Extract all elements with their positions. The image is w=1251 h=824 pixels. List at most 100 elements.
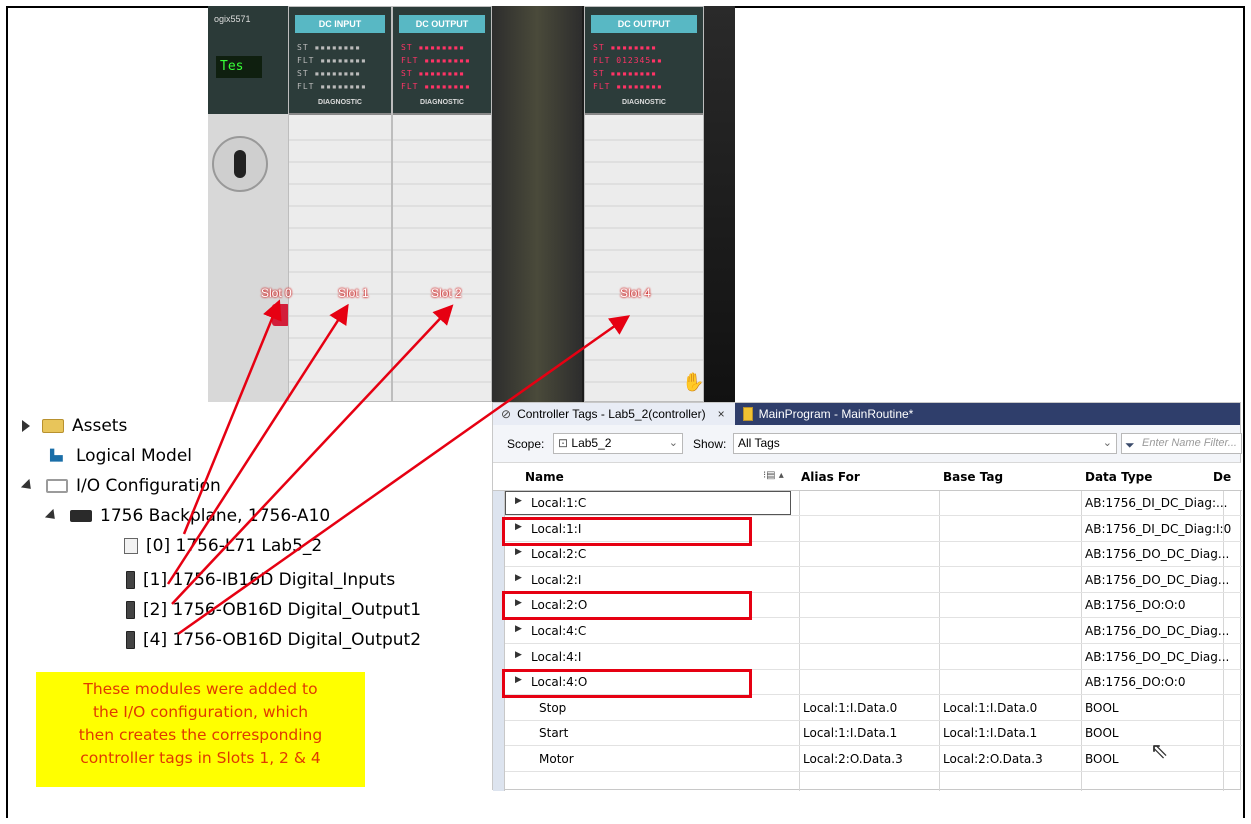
tag-name: Local:4:I [531,649,582,664]
tree-item-label: 1756 Backplane, 1756-A10 [100,506,331,526]
module-leds: ST ▪▪▪▪▪▪▪▪ FLT 012345▪▪ ST ▪▪▪▪▪▪▪▪ FLT… [593,43,663,91]
chassis-photo: ogix5571 Tes DC INPUT ST ▪▪▪▪▪▪▪▪ FLT ▪▪… [208,6,735,402]
tree-item-backplane[interactable]: 1756 Backplane, 1756-A10 [44,506,331,526]
table-row[interactable]: ▶ Local:2:I AB:1756_DO_DC_Diag... [505,568,1242,593]
scope-value: Lab5_2 [571,436,612,450]
highlight-local-2-o [502,591,752,620]
filter-icon: ⏷ [1125,438,1135,452]
folder-open-icon [46,479,68,493]
expand-arrow-icon[interactable]: ▶ [515,624,522,634]
highlight-local-4-o [502,669,752,698]
chassis-wall [704,6,735,402]
tree-item-label: [1] 1756-IB16D Digital_Inputs [143,570,396,590]
table-row[interactable]: ▶ Local:4:I AB:1756_DO_DC_Diag... [505,645,1242,670]
tag-data-type: BOOL [1085,752,1119,766]
tree-item-label: [4] 1756-OB16D Digital_Output2 [143,630,422,650]
tree-item-label: Assets [72,416,128,436]
tree-item-logical-model[interactable]: ▙▖ Logical Model [50,446,192,466]
tag-data-type: AB:1756_DI_DC_Diag:I:0 [1085,521,1232,536]
controller-display: Tes [216,56,262,78]
scope-select[interactable]: ⊡ Lab5_2 ⌄ [553,433,683,454]
column-description[interactable]: De [1213,470,1231,484]
column-data-type[interactable]: Data Type [1085,470,1152,484]
tag-name: Local:2:C [531,547,587,562]
hand-cursor-icon: ✋ [682,372,705,392]
expand-arrow-icon[interactable]: ▶ [515,547,522,557]
close-icon[interactable]: × [718,407,725,421]
module-label: DC OUTPUT [591,15,697,33]
tag-name: Local:4:C [531,624,587,638]
controller-module: ogix5571 Tes [208,6,290,402]
slot-tag-4: Slot 4 [620,286,651,300]
tag-data-type: AB:1756_DO:O:0 [1085,598,1186,613]
expand-arrow-icon[interactable] [22,420,30,432]
name-filter-input[interactable]: ⏷ Enter Name Filter... [1121,433,1242,454]
tag-name: Motor [539,752,574,766]
table-row[interactable]: ▶ Local:1:C AB:1756_DI_DC_Diag:... [505,491,1242,516]
tab-main-routine[interactable]: MainProgram - MainRoutine* [735,403,924,425]
controller-organizer-tree: Assets ▙▖ Logical Model I/O Configuratio… [20,408,460,670]
grid-header: Name ⁝▤ ▴ Alias For Base Tag Data Type D… [493,463,1242,491]
tag-data-type: AB:1756_DO:O:0 [1085,675,1186,690]
tag-data-type: BOOL [1085,700,1119,715]
routine-icon [742,407,753,421]
sort-icon[interactable]: ⁝▤ ▴ [763,470,784,481]
module-diag-label: DIAGNOSTIC [318,99,362,106]
tree-item-label: I/O Configuration [76,476,221,496]
backplane-icon [70,510,92,522]
controller-label: ogix5571 [214,14,251,24]
tree-item-slot-4[interactable]: [4] 1756-OB16D Digital_Output2 [126,630,421,650]
column-name[interactable]: Name [525,470,564,484]
module-icon [126,631,135,649]
tag-base-tag: Local:2:O.Data.3 [943,752,1043,766]
tab-label: MainProgram - MainRoutine* [758,407,914,421]
expand-arrow-icon[interactable]: ▶ [515,650,522,660]
show-value: All Tags [738,436,780,450]
annotation-note: These modules were added to the I/O conf… [36,672,365,787]
highlight-local-1-i [502,517,752,546]
slot-tag-2: Slot 2 [431,286,462,300]
note-line: controller tags in Slots 1, 2 & 4 [80,749,321,767]
keyswitch-icon [212,136,268,192]
tab-label: Controller Tags - Lab5_2(controller) [517,407,706,421]
chevron-down-icon: ⌄ [668,437,678,449]
collapse-arrow-icon[interactable] [44,508,60,524]
tree-item-assets[interactable]: Assets [22,416,127,436]
tags-toolbar: Scope: ⊡ Lab5_2 ⌄ Show: All Tags ⌄ ⏷ Ent… [493,425,1242,463]
tag-data-type: AB:1756_DO_DC_Diag... [1085,547,1230,562]
table-row[interactable]: ▶ Local:4:C AB:1756_DO_DC_Diag... [505,619,1242,644]
module-label: DC INPUT [295,15,385,33]
tree-item-slot-0[interactable]: [0] 1756-L71 Lab5_2 [124,536,322,556]
module-leds: ST ▪▪▪▪▪▪▪▪ FLT ▪▪▪▪▪▪▪▪ ST ▪▪▪▪▪▪▪▪ FLT… [297,43,367,91]
show-select[interactable]: All Tags ⌄ [733,433,1117,454]
column-base-tag[interactable]: Base Tag [943,470,1003,484]
document-tabbar: ⊘ Controller Tags - Lab5_2(controller) ×… [493,403,1240,425]
table-row[interactable]: Stop Local:1:I.Data.0 Local:1:I.Data.0 BOOL [505,696,1242,721]
slot-tag-0: Slot 0 [261,286,292,300]
tab-controller-tags[interactable]: ⊘ Controller Tags - Lab5_2(controller) × [493,403,735,425]
chevron-down-icon: ⌄ [1102,437,1112,449]
collapse-arrow-icon[interactable] [20,478,36,494]
table-row[interactable]: Start Local:1:I.Data.1 Local:1:I.Data.1 BOO… [505,721,1242,747]
scope-label: Scope: [507,437,545,451]
tag-data-type: AB:1756_DO_DC_Diag... [1085,649,1230,664]
tag-alias-for: Local:1:I.Data.0 [803,700,898,715]
tag-name: Start [539,726,569,741]
table-row[interactable]: Motor Local:2:O.Data.3 Local:2:O.Data.3 BOO… [505,747,1242,772]
tree-item-io-configuration[interactable]: I/O Configuration [20,476,221,496]
module-icon [126,571,135,589]
controller-icon [124,538,138,554]
controller-icon: ⊡ [558,436,569,450]
module-slot-1: DC INPUT ST ▪▪▪▪▪▪▪▪ FLT ▪▪▪▪▪▪▪▪ ST ▪▪▪… [288,6,392,402]
tree-item-slot-1[interactable]: [1] 1756-IB16D Digital_Inputs [126,570,395,590]
tag-base-tag: Local:1:I.Data.1 [943,726,1038,741]
note-line: These modules were added to [83,680,318,698]
expand-arrow-icon[interactable]: ▶ [515,573,522,583]
module-diag-label: DIAGNOSTIC [622,99,666,106]
mouse-pointer-icon: ⇖ [1150,738,1169,763]
tree-item-slot-2[interactable]: [2] 1756-OB16D Digital_Output1 [126,600,421,620]
column-alias-for[interactable]: Alias For [801,470,860,484]
note-line: the I/O configuration, which [92,703,309,721]
module-slot-4: DC OUTPUT ST ▪▪▪▪▪▪▪▪ FLT 012345▪▪ ST ▪▪… [584,6,704,402]
tag-base-tag: Local:1:I.Data.0 [943,700,1038,715]
